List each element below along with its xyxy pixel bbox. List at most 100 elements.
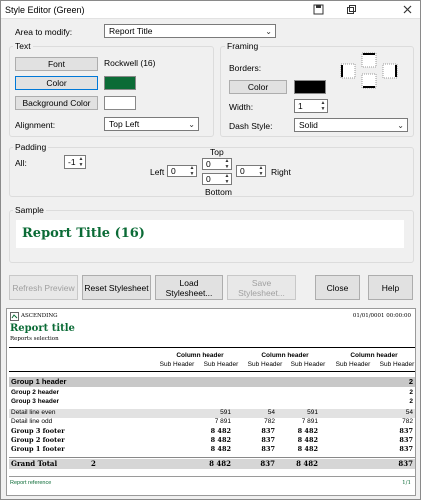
restore-window-icon[interactable] (346, 4, 357, 15)
padding-all-label: All: (15, 158, 27, 168)
padding-top-value: 0 (206, 159, 211, 169)
chevron-down-icon: ⌄ (397, 121, 404, 130)
border-top-icon[interactable] (361, 52, 377, 68)
padding-top-stepper[interactable]: ▲ ▼ (223, 158, 231, 170)
row-label: Group 1 header (11, 377, 67, 386)
alignment-label: Alignment: (15, 120, 56, 130)
row-value: 8 482 (297, 436, 318, 444)
report-subtitle: Reports selection (10, 336, 59, 342)
row-value: 782 (402, 418, 413, 425)
title-bar: Style Editor (Green) (1, 1, 420, 19)
background-color-swatch[interactable] (104, 96, 136, 110)
sample-text: Report Title (16) (22, 226, 145, 241)
dash-style-label: Dash Style: (229, 121, 273, 131)
width-value: 1 (298, 101, 303, 111)
row-label: Grand Total (11, 459, 58, 468)
width-stepper[interactable]: ▲ ▼ (319, 100, 327, 112)
padding-bottom-label: Bottom (205, 187, 232, 197)
area-select-value: Report Title (109, 26, 153, 36)
row-value: 837 (261, 427, 275, 435)
row-value: 591 (220, 409, 231, 416)
sample-group-title: Sample (13, 205, 46, 215)
padding-left-value: 0 (171, 166, 176, 176)
table-row: Group 2 footer 8 482 837 8 482 837 (9, 436, 415, 445)
total-rule (9, 457, 415, 458)
frame-color-button[interactable]: Color (229, 80, 287, 94)
row-value: 837 (398, 459, 413, 468)
text-group-title: Text (13, 41, 33, 51)
row-value: 7 891 (301, 418, 318, 425)
dash-style-value: Solid (299, 120, 318, 130)
padding-group-title: Padding (13, 142, 49, 152)
row-extra: 2 (91, 459, 96, 468)
help-button[interactable]: Help (368, 275, 413, 300)
width-label: Width: (229, 102, 254, 112)
row-value: 8 482 (210, 445, 231, 453)
padding-all-stepper[interactable]: ▲ ▼ (77, 156, 85, 168)
close-button[interactable]: Close (315, 275, 360, 300)
text-color-button[interactable]: Color (15, 76, 98, 90)
padding-bottom-value: 0 (206, 174, 211, 184)
row-value: 591 (307, 409, 318, 416)
padding-left-stepper[interactable]: ▲ ▼ (188, 165, 196, 177)
padding-right-stepper[interactable]: ▲ ▼ (257, 165, 265, 177)
report-header-left: ASCENDING (21, 313, 58, 319)
column-header-rule (9, 371, 415, 372)
refresh-preview-button[interactable]: Refresh Preview (9, 275, 78, 300)
padding-all-value: -1 (68, 157, 76, 167)
row-value: 2 (409, 398, 413, 405)
sub-header: Sub Header (379, 361, 415, 368)
row-label: Detail line even (11, 409, 56, 416)
reset-stylesheet-button[interactable]: Reset Stylesheet (82, 275, 151, 300)
dash-style-select[interactable]: Solid ⌄ (294, 118, 408, 132)
row-label: Detail line odd (11, 418, 53, 425)
padding-left-label: Left (150, 167, 165, 177)
row-label: Group 2 header (11, 389, 60, 396)
row-label: Group 2 footer (11, 436, 65, 444)
font-button[interactable]: Font (15, 57, 98, 71)
report-preview: ASCENDING 01/01/0001 00:00:00 Report tit… (6, 308, 416, 496)
row-value: 8 482 (296, 459, 318, 468)
row-value: 837 (260, 459, 275, 468)
border-right-icon[interactable] (382, 63, 398, 79)
report-header-date: 01/01/0001 00:00:00 (352, 313, 411, 319)
table-row: Detail line odd 7 891 782 7 891 782 (9, 418, 415, 427)
close-window-icon[interactable] (402, 4, 413, 15)
column-header: Column header (350, 352, 398, 359)
row-value: 8 482 (297, 445, 318, 453)
table-row: Group 1 footer 8 482 837 8 482 837 (9, 445, 415, 454)
row-value: 837 (399, 436, 413, 444)
table-row: Group 1 header 2 (9, 377, 415, 387)
row-value: 837 (399, 427, 413, 435)
row-value: 837 (261, 436, 275, 444)
alignment-select[interactable]: Top Left ⌄ (104, 117, 199, 131)
border-bottom-icon[interactable] (361, 73, 377, 89)
sample-box: Report Title (16) (16, 220, 404, 248)
framing-group-title: Framing (225, 41, 261, 51)
sub-header: Sub Header (335, 361, 371, 368)
save-window-icon[interactable] (313, 4, 324, 15)
borders-label: Borders: (229, 63, 262, 73)
row-value: 837 (399, 445, 413, 453)
report-footer-right: 1/1 (402, 480, 411, 486)
row-value: 2 (409, 389, 413, 396)
text-color-swatch[interactable] (104, 76, 136, 90)
frame-color-swatch[interactable] (294, 80, 326, 94)
row-value: 837 (261, 445, 275, 453)
row-value: 8 482 (297, 427, 318, 435)
style-editor-window: Style Editor (Green) Area to modify: Rep… (0, 0, 421, 500)
area-select[interactable]: Report Title ⌄ (104, 24, 276, 38)
footer-rule (9, 476, 415, 477)
row-value: 8 482 (209, 459, 231, 468)
border-left-icon[interactable] (340, 63, 356, 79)
padding-bottom-stepper[interactable]: ▲ ▼ (223, 173, 231, 185)
row-value: 7 891 (214, 418, 231, 425)
header-rule (9, 347, 415, 348)
load-stylesheet-button[interactable]: Load Stylesheet... (155, 275, 223, 300)
row-value: 782 (264, 418, 275, 425)
chevron-down-icon: ⌄ (265, 27, 272, 36)
chevron-down-icon: ⌄ (188, 120, 195, 129)
save-stylesheet-button[interactable]: Save Stylesheet... (227, 275, 296, 300)
background-color-button[interactable]: Background Color (15, 96, 98, 110)
padding-top-label: Top (210, 147, 224, 157)
